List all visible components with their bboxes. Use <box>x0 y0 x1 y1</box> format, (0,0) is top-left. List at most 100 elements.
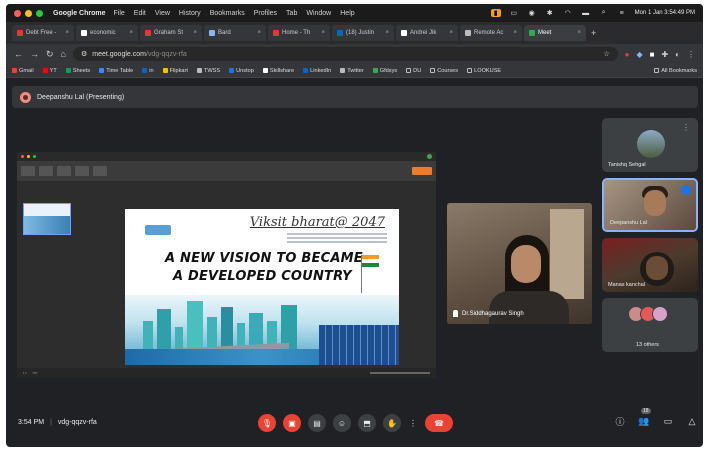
bookmark-time-table[interactable]: Time Table <box>99 68 133 74</box>
close-tab-icon[interactable]: × <box>129 30 133 36</box>
tab-debt-free[interactable]: Debt Free - × <box>12 25 74 41</box>
present-button[interactable]: ⬒ <box>358 414 376 432</box>
bookmark-folder-lookuse[interactable]: LOOKUSE <box>467 68 501 74</box>
bookmark-twitter[interactable]: Twitter <box>340 68 364 74</box>
bookmark-flipkart[interactable]: Flipkart <box>162 67 188 74</box>
participant-tile[interactable]: ⋮ Tanishq Sehgal <box>602 118 698 172</box>
leave-call-button[interactable]: ☎ <box>425 414 453 432</box>
bookmark-skillshare[interactable]: Skillshare <box>262 67 295 74</box>
bookmark-twss[interactable]: TWSS <box>196 68 220 74</box>
close-tab-icon[interactable]: × <box>321 30 325 36</box>
meeting-code[interactable]: vdg-qqzv-rfa <box>58 419 97 426</box>
profile-avatar-icon[interactable]: ◐ <box>675 50 680 59</box>
bookmark-folder-courses[interactable]: Courses <box>430 68 458 74</box>
pin-icon[interactable] <box>453 310 458 317</box>
tab-meet[interactable]: Meet × <box>524 25 586 41</box>
raise-hand-button[interactable]: ✋ <box>383 414 401 432</box>
display-icon[interactable]: ▭ <box>509 9 519 17</box>
tab-remote[interactable]: Remote Ac × <box>460 25 522 41</box>
bookmark-folder-du[interactable]: DU <box>406 68 421 74</box>
bookmark-gfdsys[interactable]: Gfdsys <box>372 68 397 74</box>
bluetooth-icon[interactable]: ✱ <box>545 9 555 17</box>
close-tab-icon[interactable]: × <box>513 30 517 36</box>
menu-history[interactable]: History <box>179 10 201 17</box>
participant-tile[interactable]: Deepanshu Lal <box>602 178 698 232</box>
tab-justin[interactable]: (18) Justin × <box>332 25 394 41</box>
mic-off-button[interactable]: 🎙 <box>258 414 276 432</box>
menu-view[interactable]: View <box>155 10 170 17</box>
others-tile[interactable]: 13 others <box>602 298 698 352</box>
chat-button[interactable]: ▭ <box>661 414 675 428</box>
battery-icon[interactable]: ▬ <box>581 9 591 17</box>
bookmark-unstop[interactable]: Unstop <box>229 68 254 74</box>
unstop-icon <box>229 68 235 73</box>
shared-screen[interactable]: Viksit bharat@ 2047 A NEW VISION TO BECA… <box>17 152 436 378</box>
app-menu-name[interactable]: Google Chrome <box>53 10 106 17</box>
bookmark-yt[interactable]: YT <box>42 68 57 74</box>
address-bar[interactable]: ⚙ meet.google.com/vdg-qqzv-rfa ☆ <box>72 47 618 61</box>
forward-icon[interactable]: → <box>30 49 39 59</box>
all-bookmarks-folder[interactable]: All Bookmarks <box>654 68 703 74</box>
people-button[interactable]: 👥 18 <box>637 408 651 428</box>
control-center-icon[interactable]: ≡ <box>617 9 627 17</box>
home-icon[interactable]: ⌂ <box>61 49 66 59</box>
menu-tab[interactable]: Tab <box>286 10 297 17</box>
close-tab-icon[interactable]: × <box>65 30 69 36</box>
maximize-window-icon[interactable] <box>36 9 43 17</box>
close-tab-icon[interactable]: × <box>257 30 261 36</box>
cast-icon[interactable]: ◉ <box>527 9 537 17</box>
menu-window[interactable]: Window <box>306 10 331 17</box>
slide-heading-line2: A DEVELOPED COUNTRY <box>173 269 352 284</box>
participant-tile-main[interactable]: Dr.Siddhagaurav Singh <box>447 203 592 324</box>
reload-icon[interactable]: ↻ <box>46 49 54 60</box>
tab-graham[interactable]: Graham St × <box>140 25 202 41</box>
bookmark-in[interactable]: in <box>142 68 154 74</box>
menubar-clock[interactable]: Mon 1 Jan 3:54:49 PM <box>635 10 695 16</box>
flipkart-icon <box>162 68 168 73</box>
tab-economic[interactable]: economic × <box>76 25 138 41</box>
extension-icon[interactable]: ● <box>625 50 630 59</box>
bookmark-sheets[interactable]: Sheets <box>65 68 90 74</box>
wifi-icon[interactable]: ◠ <box>563 9 573 17</box>
meeting-details-button[interactable]: ⓘ <box>613 414 627 428</box>
camera-off-button[interactable]: ▣ <box>283 414 301 432</box>
captions-button[interactable]: ▤ <box>308 414 326 432</box>
bookmark-gmail[interactable]: Gmail <box>12 68 34 74</box>
menu-profiles[interactable]: Profiles <box>254 10 277 17</box>
more-options-button[interactable]: ⋮ <box>408 414 418 432</box>
bookmark-label: Time Table <box>106 67 134 74</box>
menu-bookmarks[interactable]: Bookmarks <box>210 10 245 17</box>
close-tab-icon[interactable]: × <box>193 30 197 36</box>
site-info-icon[interactable]: ⚙ <box>81 50 87 58</box>
close-window-icon[interactable] <box>14 9 21 17</box>
extension-icon[interactable]: ■ <box>650 50 655 59</box>
presenter-label: Deepanshu Lal (Presenting) <box>37 93 125 101</box>
minimize-window-icon[interactable] <box>25 9 32 17</box>
bookmark-linkedin[interactable]: LinkedIn <box>303 68 331 74</box>
close-tab-icon[interactable]: × <box>385 30 389 36</box>
activities-button[interactable]: △ <box>685 414 699 428</box>
extensions-puzzle-icon[interactable]: ✚ <box>661 50 668 59</box>
search-icon[interactable]: ⌕ <box>599 9 609 17</box>
browser-menu-icon[interactable]: ⋮ <box>687 50 695 59</box>
more-options-icon[interactable]: ⋮ <box>682 123 690 132</box>
close-tab-icon[interactable]: × <box>577 30 581 36</box>
bookmark-label: Flipkart <box>169 67 188 74</box>
tab-bard[interactable]: Bard × <box>204 25 266 41</box>
new-tab-button[interactable]: + <box>591 28 596 38</box>
menu-edit[interactable]: Edit <box>134 10 146 17</box>
participant-tile[interactable]: Manas kanchal <box>602 238 698 292</box>
bookmark-star-icon[interactable]: ☆ <box>603 50 609 58</box>
bookmark-label: Skillshare <box>269 67 295 74</box>
extension-icon[interactable]: ◆ <box>636 50 642 59</box>
menu-file[interactable]: File <box>114 10 125 17</box>
screen-share-status-icon[interactable]: ▮ <box>490 9 501 17</box>
reactions-button[interactable]: ☺ <box>333 414 351 432</box>
tab-home[interactable]: Home - Th × <box>268 25 330 41</box>
back-icon[interactable]: ← <box>14 49 23 59</box>
bookmark-label: Gmail <box>19 67 34 74</box>
call-controls: 🎙 ▣ ▤ ☺ ⬒ ✋ ⋮ ☎ <box>258 414 453 432</box>
tab-andrei[interactable]: Andrei Jik × <box>396 25 458 41</box>
menu-help[interactable]: Help <box>340 10 354 17</box>
close-tab-icon[interactable]: × <box>449 30 453 36</box>
